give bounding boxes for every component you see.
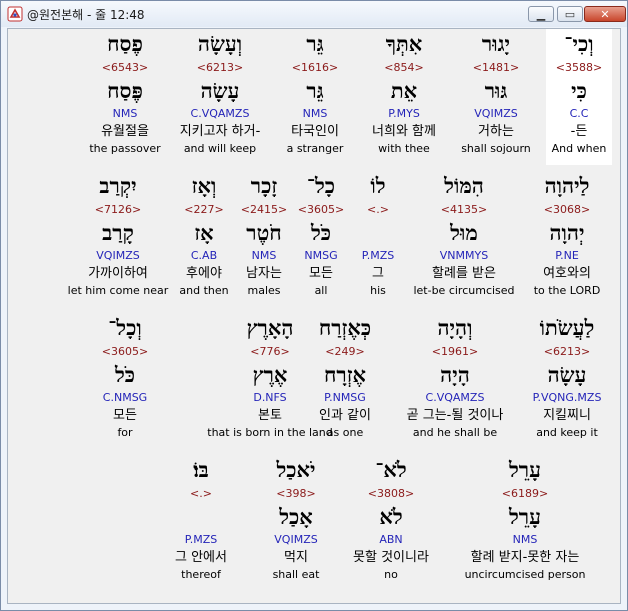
word-english: for [117,426,133,439]
word-column[interactable]: פֶסַח <6543> פֶּסַח NMS 유월절을 the passover [45,29,205,157]
word-column[interactable]: יִקְרַב <7126> קָרַב VQIMZS 가까이하여 let him com… [38,171,198,299]
word-english: that is born in the land [207,426,333,439]
app-window: @원전본해 - 줄 12:48 ▁ ▭ ✕ וְכִי־ <3588> כִּי C.… [0,0,628,611]
word-lemma: כֹּל [114,362,136,387]
word-column[interactable]: בּוֹ׃ <.> P.MZS 그 안에서 thereof [121,455,281,583]
word-heb: הָאָרֶץ [246,315,294,340]
word-heb: יִקְרַב [99,173,137,198]
word-morph: VQIMZS [96,249,140,262]
word-morph: NMS [112,107,138,120]
minimize-button[interactable]: ▁ [528,6,554,22]
word-korean: 유월절을 [101,124,149,139]
word-strong: <6543> [101,61,149,74]
word-morph: C.NMSG [102,391,148,404]
word-english: thereof [181,568,221,581]
word-korean: 모든 [113,408,137,423]
word-korean: 본토 [258,408,282,423]
interlinear-text-area[interactable]: וְכִי־ <3588> כִּי C.C -든 And when יָגוּר <1481… [7,28,621,604]
word-heb: פֶסַח [107,31,143,56]
word-lemma: אֶרֶץ [252,362,288,387]
word-english: let him come near [67,284,169,297]
word-lemma: פֶּסַח [107,78,143,103]
word-strong: <7126> [94,203,142,216]
app-icon [7,6,23,22]
maximize-icon: ▭ [564,7,576,21]
word-korean: 그 안에서 [175,550,227,565]
word-strong: <3605> [101,345,149,358]
word-morph: D.NFS [253,391,287,404]
word-korean: 가까이하여 [88,266,148,281]
word-lemma: קָרַב [102,220,134,245]
word-english: the passover [89,142,161,155]
word-strong: <776> [250,345,290,358]
word-lemma [121,503,281,531]
word-heb: בּוֹ׃ [193,457,209,482]
word-morph: P.MZS [184,533,218,546]
word-column[interactable]: וְכָל־ <3605> כֹּל C.NMSG 모든 for [45,313,205,441]
word-heb: וְכָל־ [108,315,142,340]
title-bar[interactable]: @원전본해 - 줄 12:48 ▁ ▭ ✕ [1,1,627,27]
word-strong: <.> [190,487,212,500]
word-column[interactable]: הָאָרֶץ <776> אֶרֶץ D.NFS 본토 that is born in … [190,313,350,441]
close-button[interactable]: ✕ [584,6,626,22]
close-icon: ✕ [600,7,610,21]
maximize-button[interactable]: ▭ [557,6,583,22]
window-title: @원전본해 - 줄 12:48 [27,8,145,22]
minimize-icon: ▁ [536,7,546,21]
